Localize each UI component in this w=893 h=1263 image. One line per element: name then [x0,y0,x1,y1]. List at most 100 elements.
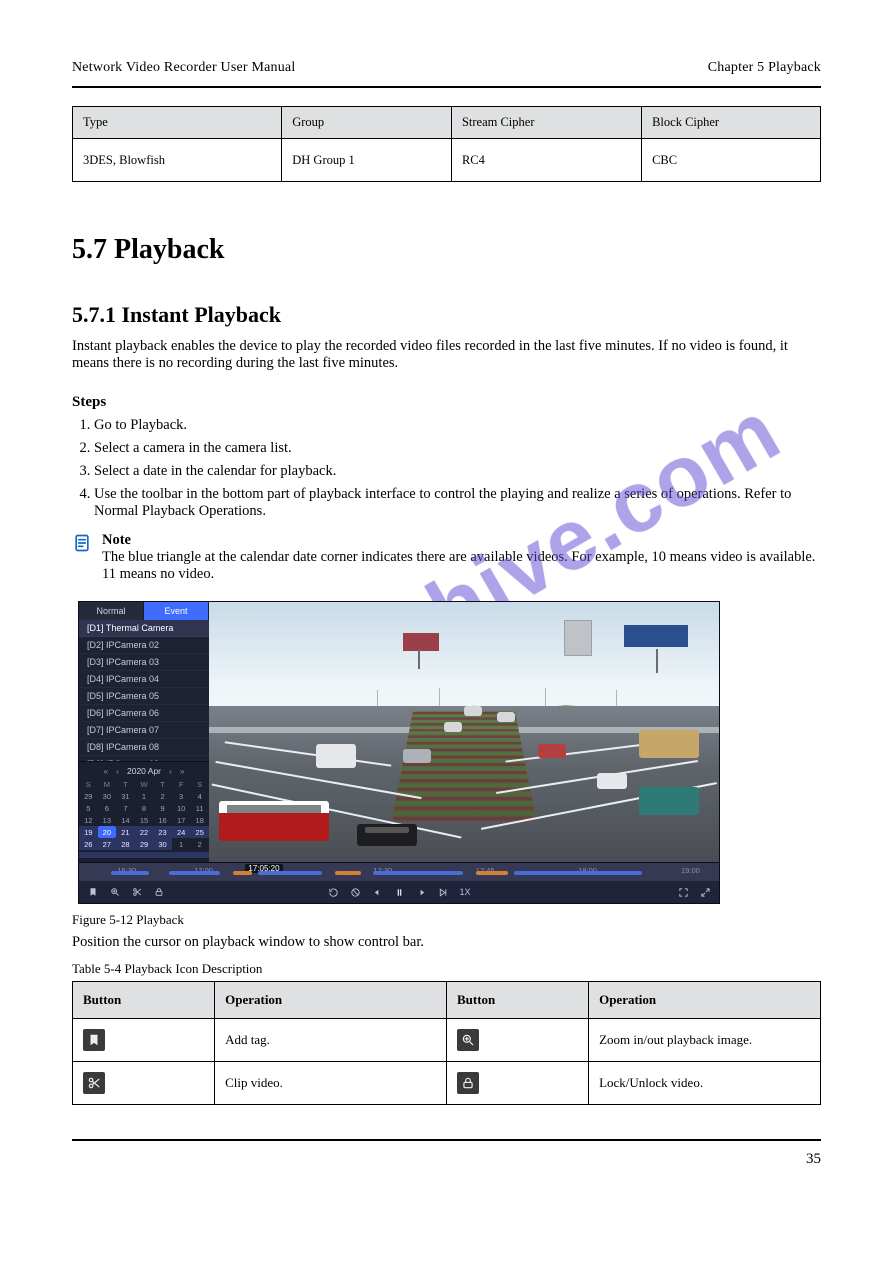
calendar-day[interactable]: 26 [79,838,98,850]
timeline-segment[interactable] [169,871,220,875]
camera-item[interactable]: [D3] IPCamera 03 [79,654,209,671]
operation: Add tag. [215,1019,447,1062]
tab-normal[interactable]: Normal [79,602,144,620]
bookmark-icon[interactable] [87,886,99,898]
calendar-day[interactable]: 1 [135,790,154,802]
calendar-grid[interactable]: S M T W T F S 29 30 31 1 2 3 [79,778,209,850]
calendar-day[interactable]: 21 [116,826,135,838]
calendar-day[interactable]: 22 [135,826,154,838]
next-icon[interactable] [415,886,427,898]
calendar-prev-month[interactable]: ‹ [116,766,119,776]
zoom-icon[interactable] [109,886,121,898]
icons-col-operation: Operation [215,982,447,1019]
calendar-prev-year[interactable]: « [103,766,108,776]
icon-cell [446,1062,588,1105]
chapter-label: Chapter 5 Playback [708,60,821,76]
tab-event[interactable]: Event [144,602,209,620]
scene-billboard-blue [624,625,688,647]
timeline-segment-event[interactable] [233,871,252,875]
calendar-day[interactable]: 23 [153,826,172,838]
stop-icon[interactable] [349,886,361,898]
calendar-day[interactable]: 30 [153,838,172,850]
icon-cell [446,1019,588,1062]
skip30-icon[interactable] [437,886,449,898]
calendar-day[interactable]: 29 [135,838,154,850]
lock-icon[interactable] [153,886,165,898]
timeline-segment[interactable] [373,871,463,875]
icon-cell [73,1062,215,1105]
calendar-next-year[interactable]: » [180,766,185,776]
timeline-segment[interactable] [111,871,149,875]
step-item: Use the toolbar in the bottom part of pl… [94,486,821,520]
cipher-table: Type Group Stream Cipher Block Cipher 3D… [72,106,821,182]
calendar-day[interactable]: 10 [172,802,191,814]
calendar-day[interactable]: 3 [172,790,191,802]
timeline-segment-event[interactable] [476,871,508,875]
camera-list[interactable]: [D1] Thermal Camera [D2] IPCamera 02 [D3… [79,620,209,761]
calendar[interactable]: « ‹ 2020 Apr › » S M T W T F [79,761,209,862]
calendar-day[interactable]: 1 [172,838,191,850]
calendar-day[interactable]: 2 [153,790,172,802]
calendar-day[interactable]: 6 [98,802,117,814]
timeline-segment[interactable] [258,871,322,875]
calendar-day[interactable]: 27 [98,838,117,850]
calendar-day[interactable]: 8 [135,802,154,814]
calendar-day[interactable]: 16 [153,814,172,826]
prev-icon[interactable] [371,886,383,898]
calendar-day[interactable]: 15 [135,814,154,826]
camera-item[interactable]: [D6] IPCamera 06 [79,705,209,722]
camera-item-selected[interactable]: [D1] Thermal Camera [79,620,209,637]
cipher-group: DH Group 1 [282,139,452,182]
camera-item[interactable]: [D7] IPCamera 07 [79,722,209,739]
calendar-day[interactable]: 19 [79,826,98,838]
scene-suv-white [597,773,627,789]
exit-icon[interactable] [699,886,711,898]
loop-icon[interactable] [327,886,339,898]
calendar-day[interactable]: 9 [153,802,172,814]
operation: Lock/Unlock video. [589,1062,821,1105]
calendar-day[interactable]: 12 [79,814,98,826]
calendar-day[interactable]: 5 [79,802,98,814]
calendar-day[interactable]: 25 [190,826,209,838]
section-5-7-1-title: 5.7.1 Instant Playback [72,302,821,328]
lock-icon [457,1072,479,1094]
calendar-dow: M [98,778,117,790]
calendar-day[interactable]: 31 [116,790,135,802]
timeline[interactable]: 17:05:20 16:30 17:00 17:30 17:45 18:00 1… [79,862,719,881]
calendar-day[interactable]: 2 [190,838,209,850]
timeline-segment[interactable] [514,871,642,875]
calendar-day[interactable]: 24 [172,826,191,838]
calendar-day[interactable]: 7 [116,802,135,814]
timeline-segment-event[interactable] [335,871,361,875]
icons-col-button: Button [446,982,588,1019]
calendar-day[interactable]: 29 [79,790,98,802]
camera-item[interactable]: [D2] IPCamera 02 [79,637,209,654]
camera-item[interactable]: [D8] IPCamera 08 [79,739,209,756]
camera-item[interactable]: [D4] IPCamera 04 [79,671,209,688]
bookmark-icon [83,1029,105,1051]
icons-table-caption: Table 5-4 Playback Icon Description [72,961,821,977]
scene-billboard-red [403,633,439,651]
fullscreen-icon[interactable] [677,886,689,898]
scene-car-distant [497,712,515,722]
clip-icon[interactable] [131,886,143,898]
calendar-day[interactable]: 11 [190,802,209,814]
video-viewport[interactable] [209,602,719,862]
calendar-day[interactable]: 14 [116,814,135,826]
camera-item[interactable]: [D5] IPCamera 05 [79,688,209,705]
calendar-day-selected[interactable]: 20 [98,826,117,838]
running-head: Network Video Recorder User Manual Chapt… [72,60,821,76]
post-figure-text: Position the cursor on playback window t… [72,934,821,951]
pause-icon[interactable] [393,886,405,898]
cipher-col-group: Group [282,107,452,139]
calendar-day[interactable]: 28 [116,838,135,850]
calendar-next-month[interactable]: › [169,766,172,776]
calendar-day[interactable]: 30 [98,790,117,802]
calendar-day[interactable]: 13 [98,814,117,826]
calendar-day[interactable]: 17 [172,814,191,826]
cipher-block: CBC [642,139,821,182]
calendar-day[interactable]: 4 [190,790,209,802]
calendar-day[interactable]: 18 [190,814,209,826]
scene-van-white [316,744,356,768]
scene-pole [418,649,420,669]
